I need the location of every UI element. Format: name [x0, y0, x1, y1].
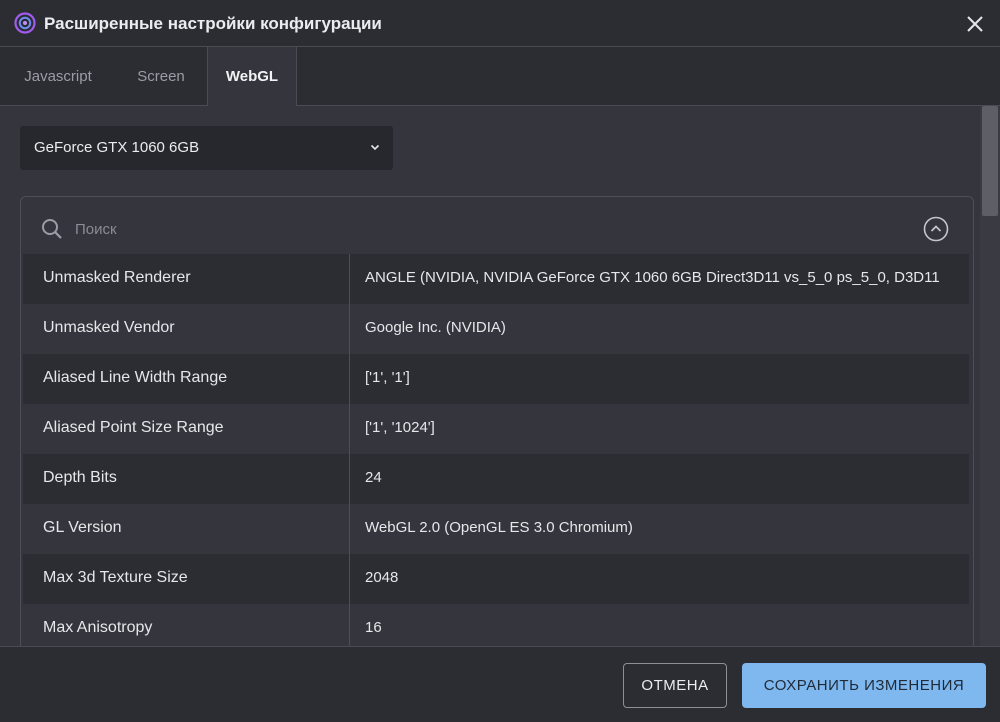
dialog-footer: ОТМЕНА СОХРАНИТЬ ИЗМЕНЕНИЯ — [0, 646, 1000, 722]
app-logo-icon — [14, 12, 36, 34]
webgl-params-panel: Unmasked Renderer ANGLE (NVIDIA, NVIDIA … — [20, 196, 974, 646]
param-value: Google Inc. (NVIDIA) — [365, 319, 506, 336]
webgl-content: GeForce GTX 1060 6GB Unmasked Renderer A… — [0, 106, 980, 646]
close-icon[interactable] — [962, 11, 988, 37]
params-table: Unmasked Renderer ANGLE (NVIDIA, NVIDIA … — [23, 254, 969, 646]
table-row: GL Version WebGL 2.0 (OpenGL ES 3.0 Chro… — [23, 504, 969, 554]
save-changes-button[interactable]: СОХРАНИТЬ ИЗМЕНЕНИЯ — [742, 663, 986, 708]
param-value: 16 — [365, 619, 382, 636]
scrollbar-thumb[interactable] — [982, 106, 998, 216]
cancel-button[interactable]: ОТМЕНА — [623, 663, 727, 708]
param-key: GL Version — [43, 519, 122, 536]
param-key: Aliased Point Size Range — [43, 419, 224, 436]
table-row: Depth Bits 24 — [23, 454, 969, 504]
chevron-down-icon — [370, 144, 380, 151]
tab-javascript[interactable]: Javascript — [0, 47, 116, 106]
table-row: Aliased Point Size Range ['1', '1024'] — [23, 404, 969, 454]
param-key: Unmasked Renderer — [43, 269, 191, 286]
param-value: ['1', '1024'] — [365, 419, 435, 436]
table-row: Aliased Line Width Range ['1', '1'] — [23, 354, 969, 404]
tab-webgl[interactable]: WebGL — [207, 47, 297, 107]
param-value: WebGL 2.0 (OpenGL ES 3.0 Chromium) — [365, 519, 633, 536]
param-value: 24 — [365, 469, 382, 486]
table-row: Max Anisotropy 16 — [23, 604, 969, 646]
param-key: Aliased Line Width Range — [43, 369, 228, 386]
tab-screen[interactable]: Screen — [116, 47, 206, 106]
gpu-select-value: GeForce GTX 1060 6GB — [34, 139, 200, 156]
table-row: Unmasked Renderer ANGLE (NVIDIA, NVIDIA … — [23, 254, 969, 304]
column-divider — [349, 254, 350, 646]
param-value: ['1', '1'] — [365, 369, 410, 386]
table-row: Max 3d Texture Size 2048 — [23, 554, 969, 604]
param-value: ANGLE (NVIDIA, NVIDIA GeForce GTX 1060 6… — [365, 269, 940, 286]
tab-bar: Javascript Screen WebGL — [0, 47, 1000, 107]
gpu-select[interactable]: GeForce GTX 1060 6GB — [20, 126, 393, 170]
search-icon — [42, 219, 62, 239]
param-key: Max 3d Texture Size — [43, 569, 188, 586]
param-key: Depth Bits — [43, 469, 117, 486]
param-key: Max Anisotropy — [43, 619, 153, 636]
param-key: Unmasked Vendor — [43, 319, 175, 336]
window-title: Расширенные настройки конфигурации — [44, 14, 382, 33]
search-input[interactable] — [75, 215, 575, 243]
param-value: 2048 — [365, 569, 399, 586]
title-bar: Расширенные настройки конфигурации — [0, 0, 1000, 47]
chevron-up-icon[interactable] — [923, 216, 949, 242]
table-row: Unmasked Vendor Google Inc. (NVIDIA) — [23, 304, 969, 354]
